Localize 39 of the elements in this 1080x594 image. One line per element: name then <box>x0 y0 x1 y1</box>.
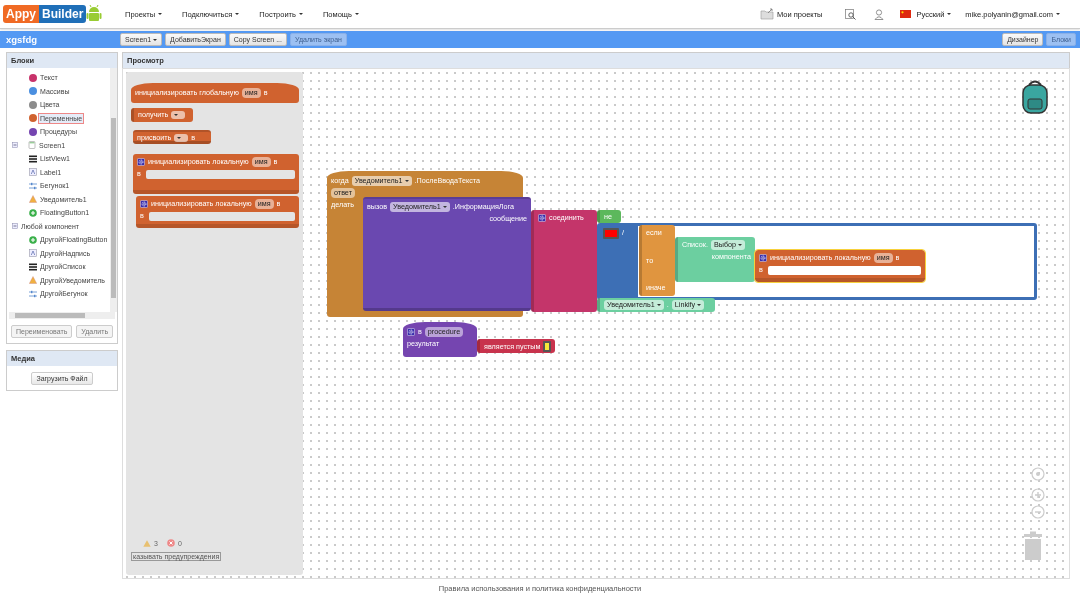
user-guide-icon[interactable] <box>873 8 884 20</box>
warning-icon <box>143 539 151 547</box>
list-icon <box>29 154 37 163</box>
slider-icon <box>29 289 37 298</box>
label-icon <box>29 168 37 177</box>
blocks-workspace[interactable] <box>122 68 1070 579</box>
zoom-in-icon[interactable] <box>1031 488 1045 502</box>
project-name: xgsfdg <box>6 34 39 45</box>
gear-icon[interactable] <box>407 328 415 336</box>
collapse-icon[interactable] <box>12 142 18 149</box>
list-icon <box>29 262 37 271</box>
flag-icon[interactable] <box>899 10 911 18</box>
color-swatch[interactable] <box>603 227 619 239</box>
block-dropdown[interactable] <box>171 111 186 119</box>
collapse-icon[interactable] <box>12 223 18 230</box>
trash-icon[interactable] <box>1022 531 1044 561</box>
color-swatch[interactable] <box>543 341 551 352</box>
screen-icon <box>28 141 36 150</box>
plus-button-icon <box>29 208 37 217</box>
scrollbar[interactable] <box>9 312 115 319</box>
logo-text[interactable]: Builder <box>39 5 87 23</box>
gallery-search-icon[interactable] <box>844 8 856 20</box>
error-icon <box>166 539 175 547</box>
plus-button-icon <box>29 235 37 244</box>
zoom-out-icon[interactable] <box>1031 505 1045 519</box>
slider-icon <box>29 181 37 190</box>
gear-icon[interactable] <box>538 214 546 222</box>
recenter-icon[interactable] <box>1031 467 1045 481</box>
gear-icon[interactable] <box>759 254 767 262</box>
backpack-icon[interactable] <box>1019 79 1051 115</box>
label-icon <box>29 249 37 258</box>
folder-icon[interactable] <box>759 8 774 20</box>
warning-icon <box>29 276 37 285</box>
gear-icon[interactable] <box>137 158 145 166</box>
gear-icon[interactable] <box>140 200 148 208</box>
warning-icon <box>29 195 37 204</box>
android-robot-icon <box>86 4 103 24</box>
block-dropdown[interactable] <box>174 134 189 142</box>
scrollbar[interactable] <box>110 68 117 312</box>
